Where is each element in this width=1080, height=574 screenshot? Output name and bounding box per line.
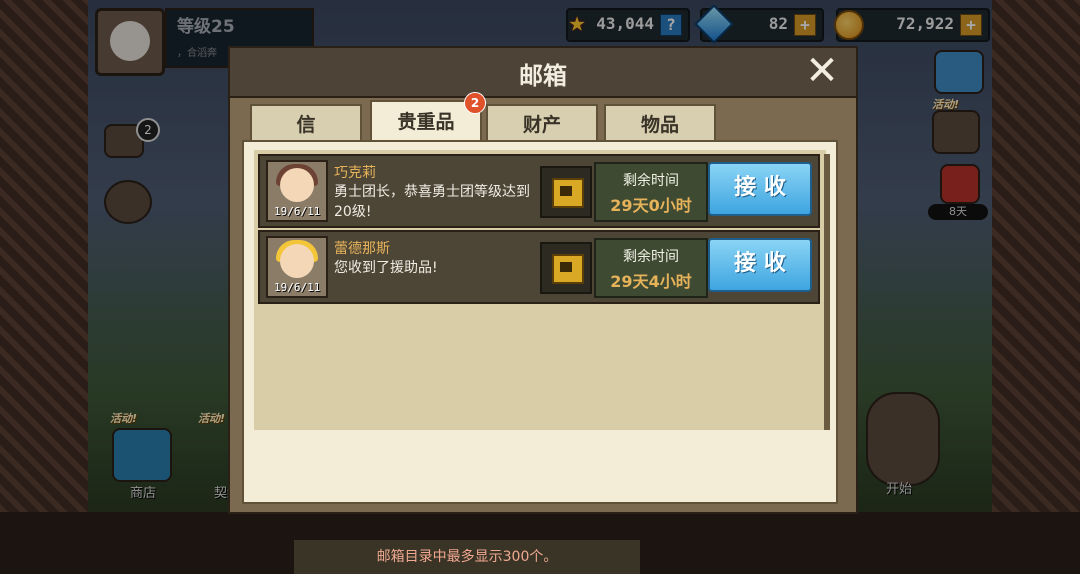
time-value: 29天4小时: [610, 272, 692, 291]
mail-sender: 蕾德那斯: [334, 241, 390, 257]
mail-row: 19/6/11 巧克莉 勇士团长，恭喜勇士团等级达到20级! 剩余时间 29天0…: [258, 154, 820, 228]
mailbox-header: 邮箱 ✕: [230, 48, 856, 98]
avatar-face: [280, 244, 314, 278]
tab-valuables-label: 贵重品: [397, 111, 455, 133]
mail-body: 您收到了援助品!: [334, 260, 438, 276]
time-value: 29天0小时: [610, 196, 692, 215]
receive-button[interactable]: 接 收: [708, 238, 812, 292]
mailbox-notice: 邮箱目录中最多显示300个。: [294, 540, 640, 574]
avatar-face: [280, 168, 314, 202]
mailbox-tabs: 信 贵重品 2 财产 物品: [250, 92, 850, 146]
reward-item-icon: [540, 242, 592, 294]
mail-row: 19/6/11 蕾德那斯 您收到了援助品! 剩余时间 29天4小时 接 收: [258, 230, 820, 304]
reward-item-icon: [540, 166, 592, 218]
time-label: 剩余时间: [623, 249, 679, 265]
ticket-icon: [552, 178, 584, 208]
time-remaining-box: 剩余时间 29天0小时: [594, 162, 708, 222]
tab-letters[interactable]: 信: [250, 104, 362, 144]
receive-button[interactable]: 接 收: [708, 162, 812, 216]
close-icon[interactable]: ✕: [802, 51, 842, 92]
mail-list-scrollbar[interactable]: [824, 154, 830, 430]
mail-body: 勇士团长，恭喜勇士团等级达到20级!: [334, 184, 530, 220]
tab-valuables-badge: 2: [464, 92, 486, 114]
mail-date: 19/6/11: [274, 281, 321, 294]
sender-avatar: 19/6/11: [266, 236, 328, 298]
sender-avatar: 19/6/11: [266, 160, 328, 222]
mail-sender: 巧克莉: [334, 165, 376, 181]
tab-assets[interactable]: 财产: [486, 104, 598, 144]
left-border-pattern: [0, 0, 88, 512]
time-label: 剩余时间: [623, 173, 679, 189]
mailbox-title: 邮箱: [519, 62, 567, 90]
mail-date: 19/6/11: [274, 205, 321, 218]
mailbox-content: 19/6/11 巧克莉 勇士团长，恭喜勇士团等级达到20级! 剩余时间 29天0…: [242, 140, 838, 574]
ticket-icon: [552, 254, 584, 284]
mailbox-dialog: 邮箱 ✕ 信 贵重品 2 财产 物品 19/6/11 巧克莉 勇士团长，恭喜勇士…: [228, 46, 858, 574]
tab-items[interactable]: 物品: [604, 104, 716, 144]
mail-list: 19/6/11 巧克莉 勇士团长，恭喜勇士团等级达到20级! 剩余时间 29天0…: [254, 150, 826, 430]
right-border-pattern: [992, 0, 1080, 512]
time-remaining-box: 剩余时间 29天4小时: [594, 238, 708, 298]
